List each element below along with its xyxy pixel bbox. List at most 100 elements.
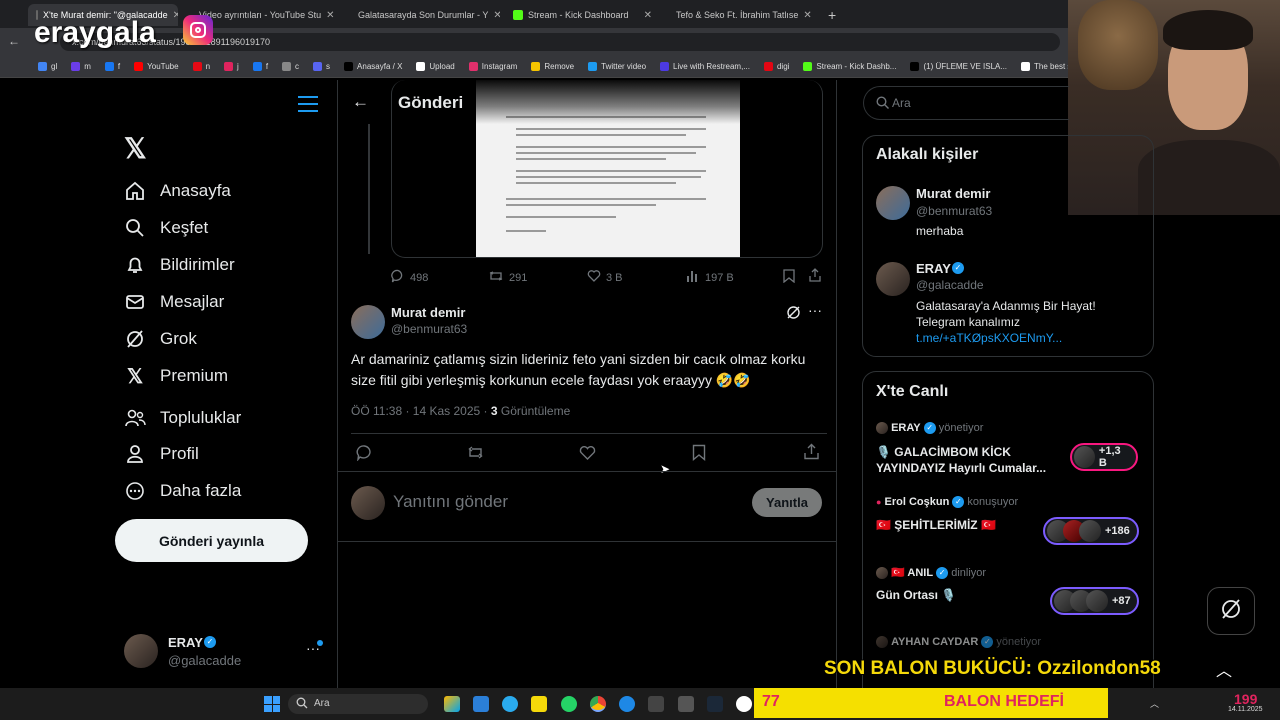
bookmark-icon[interactable] bbox=[692, 444, 706, 466]
sidebar-item-profil[interactable]: Profil bbox=[124, 443, 199, 465]
person-link[interactable]: t.me/+aTKØpsKXOENmY... bbox=[916, 331, 1062, 345]
grok-floating-button[interactable] bbox=[1207, 587, 1255, 635]
taskbar-search[interactable]: Ara bbox=[288, 694, 428, 714]
chatgpt-icon[interactable] bbox=[736, 696, 752, 712]
bookmark-item[interactable]: s bbox=[313, 62, 330, 71]
repost-icon[interactable] bbox=[466, 444, 485, 466]
views-count-button[interactable]: 197 B bbox=[686, 269, 734, 286]
bookmark-item[interactable]: (1) ÜFLEME VE ISLA... bbox=[910, 62, 1007, 71]
chevron-up-icon[interactable]: ︿ bbox=[1216, 657, 1232, 681]
bookmark-item[interactable]: YouTube bbox=[134, 62, 179, 71]
heart-icon[interactable] bbox=[579, 445, 596, 466]
bookmark-item[interactable]: f bbox=[252, 62, 268, 71]
tab-youtube-galatasaray[interactable]: Galatasarayda Son Durumlar - Y ✕ bbox=[345, 4, 500, 26]
live-host: Erol Coşkun bbox=[884, 496, 950, 508]
live-title[interactable]: 🎙️ GALACİMBOM KİCK YAYINDAYIZ Hayırlı Cu… bbox=[876, 444, 1061, 476]
close-tab-icon[interactable]: ✕ bbox=[803, 10, 811, 21]
bookmark-item[interactable]: n bbox=[192, 62, 210, 71]
reply-count-button[interactable]: 498 bbox=[391, 269, 428, 286]
hamburger-menu-icon[interactable] bbox=[298, 96, 318, 112]
tweet-timestamp[interactable]: ÖÖ 11:38 · 14 Kas 2025 · bbox=[351, 404, 491, 418]
tab-youtube-music[interactable]: Tefo & Seko Ft. İbrahim Tatlıse ✕ bbox=[663, 4, 818, 26]
tab-kick-dashboard[interactable]: Stream - Kick Dashboard ✕ bbox=[505, 4, 660, 26]
tray-chevron-icon[interactable]: ︿ bbox=[1150, 697, 1159, 710]
live-listeners-pill[interactable]: +87 bbox=[1050, 587, 1139, 615]
reply-button[interactable]: Yanıtla bbox=[752, 488, 822, 517]
share-icon[interactable] bbox=[808, 268, 822, 287]
bookmark-item[interactable]: Instagram bbox=[468, 62, 517, 71]
account-switcher[interactable]: ERAY ✓ @galacadde ··· bbox=[124, 634, 334, 674]
bookmark-item[interactable]: Stream - Kick Dashb... bbox=[803, 62, 896, 71]
bookmark-item[interactable]: j bbox=[224, 62, 239, 71]
live-listeners-pill[interactable]: +186 bbox=[1043, 517, 1139, 545]
back-arrow-icon[interactable]: ← bbox=[8, 34, 20, 48]
sidebar-item-anasayfa[interactable]: Anasayfa bbox=[124, 180, 231, 202]
bookmark-favicon-icon bbox=[71, 62, 81, 71]
bookmark-item[interactable]: Anasayfa / X bbox=[344, 62, 402, 71]
store-icon[interactable] bbox=[473, 696, 489, 712]
person-name[interactable]: ERAY bbox=[916, 261, 951, 276]
sidebar-item-mesajlar[interactable]: Mesajlar bbox=[124, 291, 224, 313]
live-listeners-pill[interactable]: +1,3 B bbox=[1070, 443, 1138, 471]
sidebar-item-bildirimler[interactable]: Bildirimler bbox=[124, 254, 235, 276]
close-tab-icon[interactable]: ✕ bbox=[493, 10, 500, 21]
sidebar-item-daha-fazla[interactable]: Daha fazla bbox=[124, 480, 241, 502]
live-space-item[interactable]: ● Erol Coşkun ✓ konuşuyor bbox=[876, 496, 1018, 509]
like-count-button[interactable]: 3 B bbox=[587, 269, 623, 286]
bookmark-item[interactable]: f bbox=[104, 62, 120, 71]
reply-icon[interactable] bbox=[356, 444, 373, 466]
live-space-item[interactable]: AYHAN CAYDAR ✓ yönetiyor bbox=[876, 636, 1041, 649]
live-title[interactable]: Gün Ortası 🎙️ bbox=[876, 588, 1041, 602]
person-name[interactable]: Murat demir bbox=[916, 186, 990, 201]
close-tab-icon[interactable]: ✕ bbox=[173, 10, 178, 21]
tweet-author[interactable]: Murat demir bbox=[391, 305, 465, 320]
search-input[interactable]: Ara bbox=[863, 86, 1069, 120]
close-tab-icon[interactable]: ✕ bbox=[644, 10, 652, 21]
copilot-icon[interactable] bbox=[444, 696, 460, 712]
reply-input[interactable]: Yanıtını gönder bbox=[393, 492, 508, 512]
repost-count-button[interactable]: 291 bbox=[488, 269, 527, 286]
live-title[interactable]: 🇹🇷 ŞEHİTLERİMİZ 🇹🇷 bbox=[876, 518, 1041, 532]
back-arrow-icon[interactable]: ← bbox=[352, 92, 369, 112]
search-placeholder: Ara bbox=[892, 96, 911, 110]
post-button[interactable]: Gönderi yayınla bbox=[115, 519, 308, 562]
telegram-icon[interactable] bbox=[502, 696, 518, 712]
app-icon[interactable] bbox=[678, 696, 694, 712]
new-tab-button[interactable]: + bbox=[820, 4, 840, 26]
sidebar-item-kesfet[interactable]: Keşfet bbox=[124, 217, 208, 239]
bookmark-item[interactable]: Live with Restream,... bbox=[660, 62, 750, 71]
avatar bbox=[1074, 446, 1095, 468]
edge-icon[interactable] bbox=[619, 696, 635, 712]
live-space-item[interactable]: ERAY ✓ yönetiyor bbox=[876, 422, 983, 435]
tweet-handle[interactable]: @benmurat63 bbox=[391, 322, 467, 336]
media-card[interactable] bbox=[391, 80, 823, 258]
bookmark-item[interactable]: gl bbox=[38, 62, 57, 71]
sidebar-item-topluluklar[interactable]: Topluluklar bbox=[124, 407, 241, 429]
file-explorer-icon[interactable] bbox=[531, 696, 547, 712]
app-icon[interactable] bbox=[648, 696, 664, 712]
bookmark-item[interactable]: digi bbox=[763, 62, 789, 71]
bookmark-item[interactable]: Upload bbox=[416, 62, 455, 71]
whatsapp-icon[interactable] bbox=[561, 696, 577, 712]
windows-start-icon[interactable] bbox=[264, 696, 280, 712]
system-tray-icons[interactable] bbox=[1166, 695, 1210, 709]
sidebar-item-premium[interactable]: 𝕏 Premium bbox=[124, 365, 228, 388]
avatar[interactable] bbox=[876, 262, 910, 296]
x-logo-icon[interactable]: 𝕏 bbox=[124, 132, 147, 165]
share-icon[interactable] bbox=[803, 443, 820, 465]
sidebar-item-grok[interactable]: Grok bbox=[124, 328, 197, 350]
more-options-icon[interactable]: ··· bbox=[808, 302, 822, 318]
bookmark-favicon-icon bbox=[192, 62, 202, 71]
live-space-item[interactable]: 🇹🇷 ANIL ✓ dinliyor bbox=[876, 566, 986, 580]
bookmark-item[interactable]: m bbox=[71, 62, 91, 71]
grok-icon[interactable] bbox=[786, 305, 801, 325]
bookmark-item[interactable]: Remove bbox=[531, 62, 574, 71]
avatar[interactable] bbox=[876, 186, 910, 220]
bookmark-item[interactable]: Twitter video bbox=[588, 62, 646, 71]
steam-icon[interactable] bbox=[707, 696, 723, 712]
bookmark-icon[interactable] bbox=[783, 269, 795, 288]
chrome-icon[interactable] bbox=[590, 696, 606, 712]
close-tab-icon[interactable]: ✕ bbox=[326, 10, 334, 21]
avatar[interactable] bbox=[351, 305, 385, 339]
bookmark-item[interactable]: c bbox=[282, 62, 299, 71]
